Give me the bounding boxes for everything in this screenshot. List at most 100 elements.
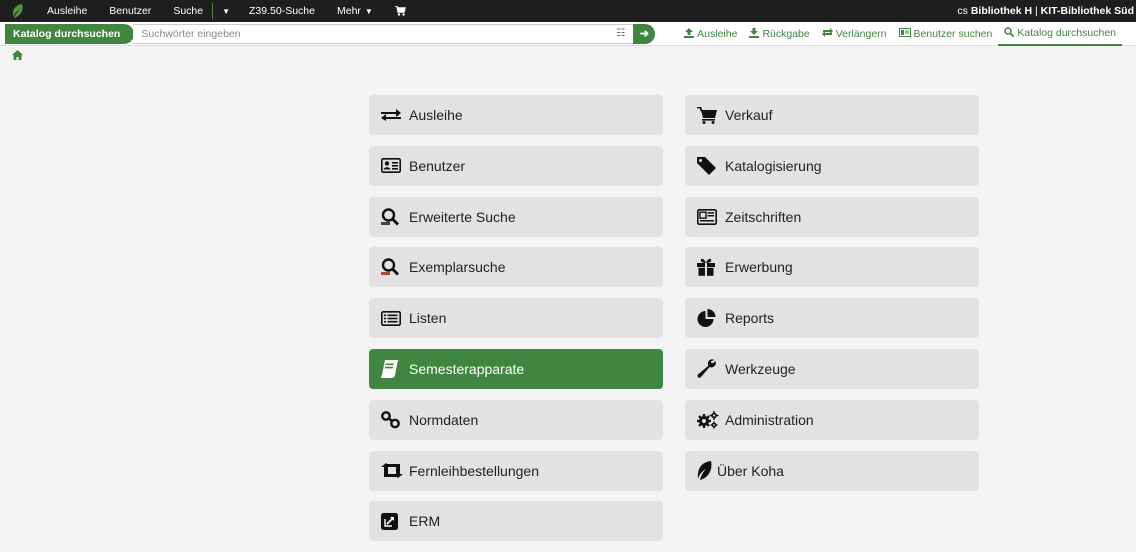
module-column-left: Ausleihe Benutzer Erweiterte Suche Exemp… <box>369 95 663 552</box>
item-search-icon <box>381 258 409 276</box>
library-separator: | <box>1035 5 1038 17</box>
module-label: ERM <box>409 513 441 530</box>
module-label: Katalogisierung <box>725 157 822 174</box>
module-erwerbung[interactable]: Erwerbung <box>685 247 979 288</box>
module-label: Semesterapparate <box>409 360 525 377</box>
module-label: Über Koha <box>717 462 784 479</box>
quick-link-katalog-durchsuchen[interactable]: Katalog durchsuchen <box>998 22 1122 46</box>
koha-leaf-icon <box>12 4 23 18</box>
nav-label: Mehr <box>336 5 361 17</box>
quick-link-label: Katalog durchsuchen <box>1017 27 1116 39</box>
quick-link-label: Ausleihe <box>697 28 738 40</box>
nav-label: Z39.50-Suche <box>249 5 315 17</box>
module-label: Reports <box>725 310 775 327</box>
search-options-icon[interactable]: ☷ <box>616 28 625 39</box>
module-katalogisierung[interactable]: Katalogisierung <box>685 145 979 186</box>
nav-label: Ausleihe <box>47 5 88 17</box>
koha-leaf-icon <box>697 461 717 481</box>
module-erweiterte-suche[interactable]: Erweiterte Suche <box>369 196 663 237</box>
quick-link-benutzer-suchen[interactable]: Benutzer suchen <box>893 22 999 46</box>
module-label: Ausleihe <box>409 107 463 123</box>
branch-name: KIT-Bibliothek Süd <box>1040 5 1134 17</box>
arrow-right-icon: ➜ <box>639 28 649 40</box>
search-input-wrap: ☷ <box>133 23 634 44</box>
quick-link-label: Rückgabe <box>762 28 810 40</box>
quick-link-verlaengern[interactable]: Verlängern <box>816 22 893 46</box>
cogs-icon <box>697 410 725 429</box>
module-label: Administration <box>725 411 814 428</box>
search-submit-button[interactable]: ➜ <box>633 23 656 44</box>
tag-icon <box>697 156 725 175</box>
nav-z3950[interactable]: Z39.50-Suche <box>238 0 326 22</box>
upload-icon <box>684 27 695 41</box>
pie-chart-icon <box>697 308 725 328</box>
module-label: Normdaten <box>409 411 479 428</box>
module-label: Erwerbung <box>725 259 793 276</box>
gift-icon <box>697 258 725 277</box>
module-erm[interactable]: ERM <box>369 501 663 542</box>
nav-label: Benutzer <box>109 5 152 17</box>
caret-down-icon: ▼ <box>364 6 373 16</box>
quick-links: Ausleihe Rückgabe Verlängern Benutzer su… <box>678 22 1122 46</box>
cart-icon <box>697 106 725 124</box>
module-label: Verkauf <box>725 107 773 123</box>
cart-icon <box>394 6 406 16</box>
module-zeitschriften[interactable]: Zeitschriften <box>685 196 979 237</box>
module-label: Benutzer <box>409 157 466 174</box>
nav-label: Suche <box>173 5 204 17</box>
user-library-info[interactable]: cs Bibliothek H | KIT-Bibliothek Süd <box>957 0 1136 22</box>
cart-button[interactable] <box>384 0 417 22</box>
module-administration[interactable]: Administration <box>685 399 979 440</box>
wrench-icon <box>697 359 725 379</box>
module-fernleihbestellungen[interactable]: Fernleihbestellungen <box>369 450 663 491</box>
link-icon <box>381 410 409 429</box>
module-label: Exemplarsuche <box>409 259 506 276</box>
book-icon <box>381 359 409 378</box>
nav-divider <box>212 3 214 19</box>
advanced-search-icon <box>381 207 409 226</box>
download-icon <box>749 27 760 41</box>
caret-down-icon: ▼ <box>222 6 231 16</box>
home-icon[interactable] <box>12 49 23 63</box>
search-bar: Katalog durchsuchen ☷ ➜ Ausleihe Rückgab… <box>0 22 1136 46</box>
external-link-icon <box>381 512 409 530</box>
koha-logo[interactable] <box>0 4 36 18</box>
nav-mehr[interactable]: Mehr ▼ <box>326 0 384 22</box>
search-input[interactable] <box>133 24 604 43</box>
retweet-icon <box>381 463 409 479</box>
module-verkauf[interactable]: Verkauf <box>685 95 979 135</box>
module-exemplarsuche[interactable]: Exemplarsuche <box>369 247 663 288</box>
module-reports[interactable]: Reports <box>685 298 979 339</box>
quick-link-label: Verlängern <box>835 28 887 40</box>
module-label: Fernleihbestellungen <box>409 462 539 479</box>
module-column-right: Verkauf Katalogisierung Zeitschriften Er… <box>685 95 979 501</box>
search-icon <box>1004 26 1015 40</box>
exchange-icon <box>381 108 409 122</box>
search-scope-label[interactable]: Katalog durchsuchen <box>5 23 135 44</box>
quick-link-ausleihe[interactable]: Ausleihe <box>678 22 743 46</box>
module-ueber-koha[interactable]: Über Koha <box>685 450 979 491</box>
module-ausleihe[interactable]: Ausleihe <box>369 95 663 135</box>
quick-link-rueckgabe[interactable]: Rückgabe <box>743 22 815 46</box>
nav-suche[interactable]: Suche <box>162 0 211 22</box>
quick-link-label: Benutzer suchen <box>913 28 993 40</box>
id-card-icon <box>381 158 409 174</box>
user-initials: cs <box>957 5 968 17</box>
renew-icon <box>821 28 833 40</box>
module-label: Werkzeuge <box>725 360 796 377</box>
module-listen[interactable]: Listen <box>369 298 663 339</box>
list-icon <box>381 310 409 326</box>
nav-benutzer[interactable]: Benutzer <box>98 0 162 22</box>
nav-ausleihe[interactable]: Ausleihe <box>36 0 98 22</box>
module-benutzer[interactable]: Benutzer <box>369 145 663 186</box>
module-werkzeuge[interactable]: Werkzeuge <box>685 348 979 389</box>
module-label: Zeitschriften <box>725 208 802 225</box>
module-semesterapparate[interactable]: Semesterapparate <box>369 348 663 389</box>
module-normdaten[interactable]: Normdaten <box>369 399 663 440</box>
newspaper-icon <box>697 208 725 225</box>
id-card-icon <box>898 28 911 40</box>
nav-suche-dropdown[interactable]: ▼ <box>214 0 238 22</box>
module-label: Listen <box>409 310 447 327</box>
module-label: Erweiterte Suche <box>409 208 516 225</box>
breadcrumb <box>0 46 1136 66</box>
